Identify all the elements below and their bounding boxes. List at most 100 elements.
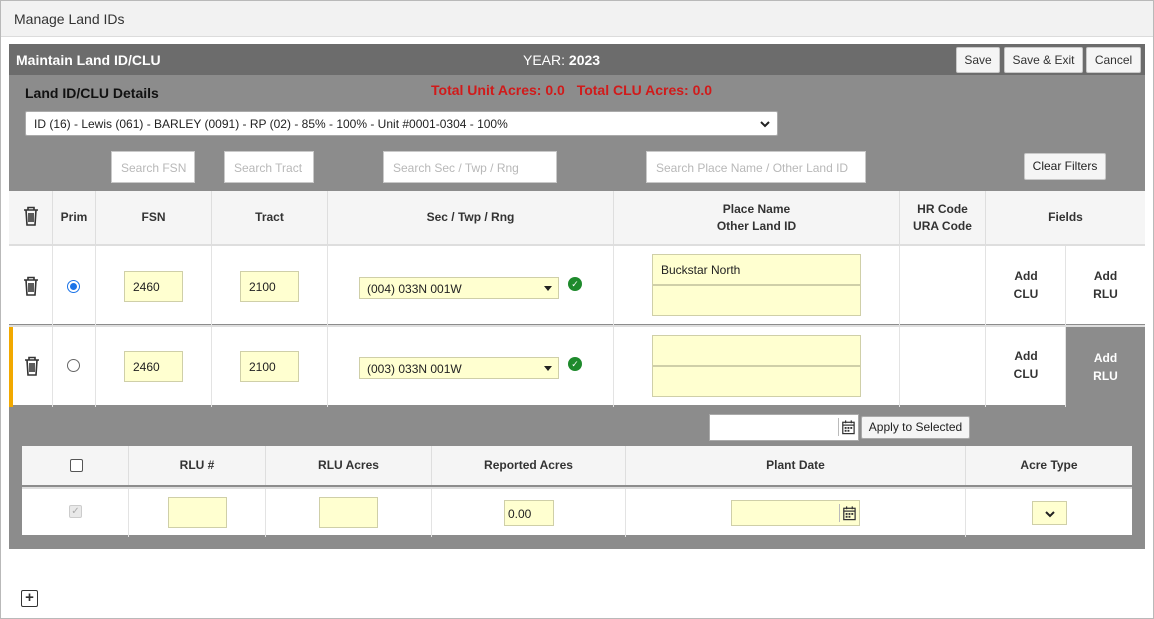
header-plant-date: Plant Date [626,446,966,485]
primary-radio[interactable] [67,280,80,293]
add-rlu-cell: Add RLU [1066,246,1145,326]
sec-cell: (003) 033N 001W ✓ [328,327,614,407]
maintain-panel: Maintain Land ID/CLU YEAR: 2023 Save Sav… [9,44,1145,549]
totals: Total Unit Acres: 0.0 Total CLU Acres: 0… [431,82,720,98]
header-tract: Tract [212,191,328,244]
fsn-value: 2460 [133,360,160,374]
delete-cell [9,327,53,407]
apply-to-selected-button[interactable]: Apply to Selected [861,416,970,439]
prim-cell [53,246,96,326]
add-rlu-button[interactable]: Add RLU [1066,349,1145,385]
header-prim: Prim [53,191,96,244]
save-exit-button[interactable]: Save & Exit [1004,47,1083,73]
calendar-icon[interactable] [839,504,857,522]
trash-icon[interactable] [23,355,41,377]
total-unit-acres: Total Unit Acres: 0.0 [431,82,565,98]
cancel-button[interactable]: Cancel [1086,47,1141,73]
sec-value: (004) 033N 001W [367,282,462,296]
add-clu-line2: CLU [1013,287,1039,301]
add-rlu-line1: Add [1093,351,1118,365]
place-name-input[interactable]: Buckstar North [652,254,861,285]
add-rlu-line1: Add [1093,269,1118,283]
header-place-name: Place Name [722,202,791,216]
rlu-acres-input[interactable] [319,497,378,528]
acre-type-cell [966,489,1132,537]
tract-input[interactable]: 2100 [240,351,299,382]
sec-select[interactable]: (004) 033N 001W [359,277,559,299]
year-display: YEAR: 2023 [523,52,600,68]
check-circle-icon: ✓ [568,277,582,291]
chevron-down-icon [760,121,770,128]
table-row: 2460 2100 (003) 033N 001W ✓ Add CLU Add … [9,325,1145,407]
header-place: Place Name Other Land ID [614,191,900,244]
header-sec: Sec / Twp / Rng [328,191,614,244]
acre-type-select[interactable] [1032,501,1067,525]
reported-acres-cell: 0.00 [432,489,626,537]
add-clu-button[interactable]: Add CLU [986,347,1066,383]
header-delete [9,191,53,244]
tract-cell: 2100 [212,327,328,407]
reported-acres-input[interactable]: 0.00 [504,500,554,526]
details-label: Land ID/CLU Details [25,85,159,101]
header-other-land-id: Other Land ID [716,219,797,233]
other-land-id-input[interactable] [652,366,861,397]
land-id-select-value: ID (16) - Lewis (061) - BARLEY (0091) - … [34,117,508,131]
calendar-icon[interactable] [838,418,856,436]
prim-cell [53,327,96,407]
save-button[interactable]: Save [956,47,1000,73]
search-sec-placeholder: Search Sec / Twp / Rng [393,161,519,175]
header-rlu-num: RLU # [129,446,266,485]
row-checkbox[interactable]: ✓ [69,505,82,518]
fsn-cell: 2460 [96,327,212,407]
tract-value: 2100 [249,280,276,294]
fsn-value: 2460 [133,280,160,294]
fsn-input[interactable]: 2460 [124,351,183,382]
sec-cell: (004) 033N 001W ✓ [328,246,614,326]
search-fsn-placeholder: Search FSN [121,161,187,175]
rlu-num-input[interactable] [168,497,227,528]
header-acre-type: Acre Type [966,446,1132,485]
add-clu-line1: Add [1014,349,1038,363]
add-clu-button[interactable]: Add CLU [986,267,1066,303]
clear-filters-button[interactable]: Clear Filters [1024,153,1106,180]
header-hr-code: HR Code [917,202,968,216]
header-fsn: FSN [96,191,212,244]
reported-acres-value: 0.00 [508,507,532,521]
bulk-date-input[interactable] [709,414,859,441]
plus-square-icon[interactable]: + [21,590,38,607]
fsn-input[interactable]: 2460 [124,271,183,302]
sec-select[interactable]: (003) 033N 001W [359,357,559,379]
sec-value: (003) 033N 001W [367,362,462,376]
tract-input[interactable]: 2100 [240,271,299,302]
chevron-down-icon [544,366,552,371]
search-place-input[interactable]: Search Place Name / Other Land ID [646,151,866,183]
fsn-cell: 2460 [96,246,212,326]
window-titlebar: Manage Land IDs [1,1,1153,37]
plant-date-input[interactable] [731,500,860,526]
trash-icon [23,206,38,226]
hr-cell [900,327,986,407]
header-fields: Fields [986,191,1145,244]
panel-title: Maintain Land ID/CLU [16,52,161,68]
add-rlu-line2: RLU [1093,287,1118,301]
place-name-input[interactable] [652,335,861,366]
search-sec-input[interactable]: Search Sec / Twp / Rng [383,151,557,183]
search-fsn-input[interactable]: Search FSN [111,151,195,183]
primary-radio[interactable] [67,359,80,372]
land-id-select[interactable]: ID (16) - Lewis (061) - BARLEY (0091) - … [25,111,778,136]
header-ura-code: URA Code [913,219,972,233]
search-place-placeholder: Search Place Name / Other Land ID [656,161,849,175]
other-land-id-input[interactable] [652,285,861,316]
add-rlu-cell-active: Add RLU [1066,327,1145,407]
add-clu-line1: Add [1014,269,1038,283]
table-row: 2460 2100 (004) 033N 001W ✓ Buckstar Nor… [9,244,1145,326]
place-name-value: Buckstar North [661,263,741,277]
tract-value: 2100 [249,360,276,374]
select-all-checkbox[interactable] [70,459,83,472]
header-hr: HR Code URA Code [900,191,986,244]
add-clu-line2: CLU [1013,367,1039,381]
trash-icon[interactable] [22,275,40,297]
add-rlu-button[interactable]: Add RLU [1066,267,1145,303]
search-tract-input[interactable]: Search Tract [224,151,314,183]
row-select-cell: ✓ [22,489,129,537]
